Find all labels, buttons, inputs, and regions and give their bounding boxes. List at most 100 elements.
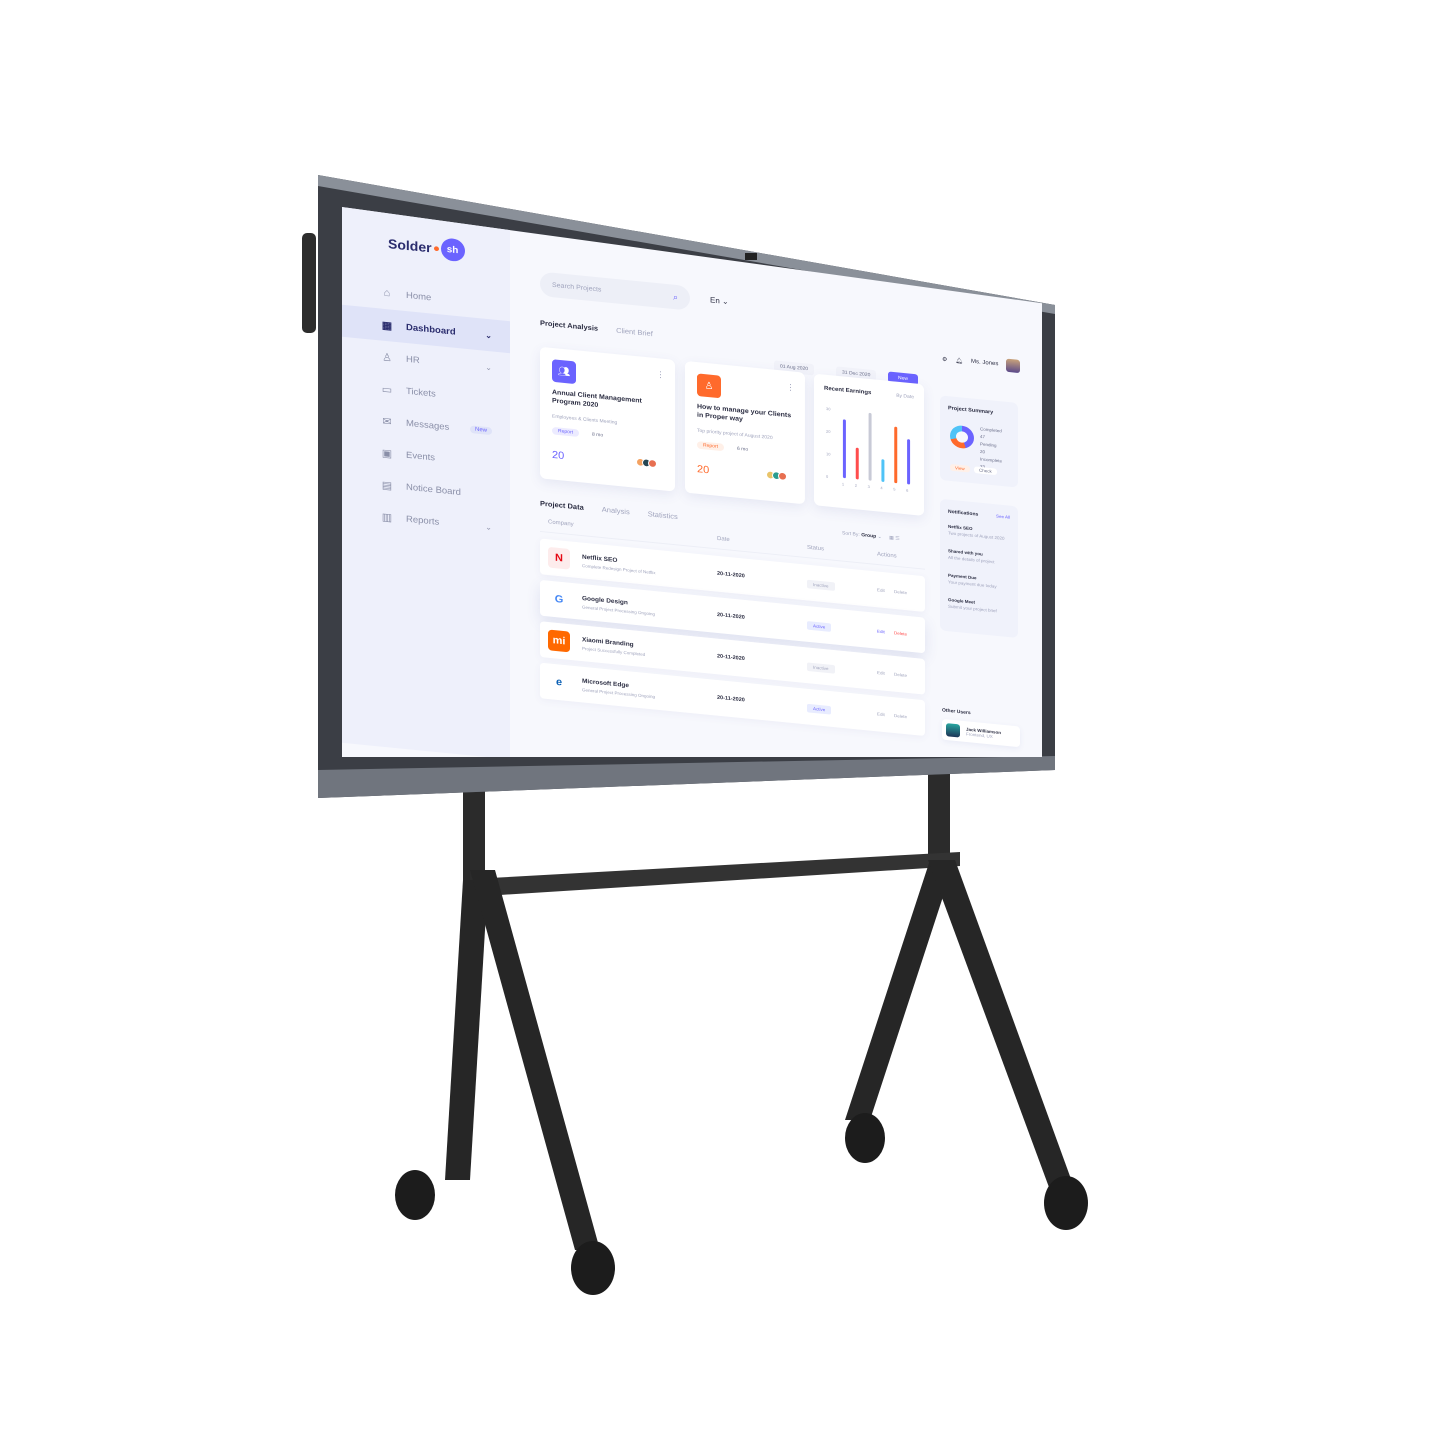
y-tick-label: 10 xyxy=(826,451,830,456)
notification-item[interactable]: Shared with you All the details of proje… xyxy=(948,548,995,564)
google-logo: G xyxy=(548,588,570,611)
delete-button[interactable]: Delete xyxy=(894,671,907,677)
y-tick-label: 30 xyxy=(826,406,830,411)
notification-item[interactable]: Netflix SEO Two projects of August 2020 xyxy=(948,524,1005,541)
bar xyxy=(855,447,859,480)
search-input[interactable]: Search Projects ⌕ xyxy=(540,271,690,311)
project-card[interactable]: 👥︎ ⋮ Annual Client Management Program 20… xyxy=(540,346,675,492)
sort-control[interactable]: Sort By: Group ⌄ ▦ ☰ xyxy=(842,531,900,542)
sort-label: Sort By: xyxy=(842,530,860,538)
y-tick-label: 20 xyxy=(826,429,830,434)
delete-button[interactable]: Delete xyxy=(894,589,907,595)
project-card[interactable]: ♙ ⋮ How to manage your Clients in Proper… xyxy=(685,360,805,505)
stand-leg-left-2 xyxy=(470,870,600,1250)
users-icon: 👥︎ xyxy=(552,359,576,385)
edit-button[interactable]: Edit xyxy=(877,587,885,592)
status-badge: Active xyxy=(807,621,832,632)
tab-client-brief[interactable]: Client Brief xyxy=(616,326,653,338)
status-cell: Active xyxy=(807,619,877,635)
status-cell: Active xyxy=(807,702,877,718)
notification-item[interactable]: Google Meet Submit your project brief xyxy=(948,597,997,613)
search-icon: ⌕ xyxy=(672,291,678,302)
avatar[interactable] xyxy=(1006,358,1021,374)
avatar xyxy=(778,471,787,481)
sidebar-item-label: Messages xyxy=(406,417,450,433)
sidebar-item-label: Tickets xyxy=(406,385,436,400)
delete-button[interactable]: Delete xyxy=(894,713,907,719)
edit-button[interactable]: Edit xyxy=(877,670,885,675)
company-cell: Xiaomi Branding Project Successfully Com… xyxy=(582,636,717,663)
edit-button[interactable]: Edit xyxy=(877,628,885,633)
tab-project-analysis[interactable]: Project Analysis xyxy=(540,319,598,333)
x-tick-label: 4 xyxy=(880,485,883,490)
stand-leg-right-1 xyxy=(845,860,955,1120)
card-meta: 6 mo xyxy=(737,445,749,453)
board-icon: ▤ xyxy=(381,479,393,492)
ticket-icon: ▭ xyxy=(381,383,393,396)
sidebar: Solder sh ⌂ Home ▦ Dashboard ⌄ ♙ HR ⌄ ▭ … xyxy=(342,207,510,757)
x-tick-label: 6 xyxy=(906,488,908,493)
sidebar-item-label: Home xyxy=(406,289,432,303)
tab-statistics[interactable]: Statistics xyxy=(648,510,678,521)
edit-button[interactable]: Edit xyxy=(877,711,885,716)
card-title: How to manage your Clients in Proper way xyxy=(697,403,792,423)
status-badge: Active xyxy=(807,703,832,715)
bar xyxy=(842,419,846,479)
side-handle xyxy=(302,233,316,333)
bar xyxy=(868,412,872,481)
summary-card: Project Summary Completed47 Pending20 In… xyxy=(940,395,1018,488)
brand-logo: Solder sh xyxy=(388,232,465,263)
sidebar-item-label: Reports xyxy=(406,513,440,528)
tab-analysis[interactable]: Analysis xyxy=(602,505,630,516)
language-select[interactable]: En ⌄ xyxy=(710,296,729,306)
project-tabs: Project Analysis Client Brief xyxy=(540,319,653,339)
bar xyxy=(881,459,885,482)
check-button[interactable]: Check xyxy=(974,466,997,476)
card-tag: Report xyxy=(697,441,725,452)
column-header: Status xyxy=(807,544,825,552)
sort-value: Group xyxy=(861,532,877,540)
delete-button[interactable]: Delete xyxy=(894,630,907,636)
user-info: Jack Williamson Frontend, UX xyxy=(966,727,1001,740)
sidebar-nav: ⌂ Home ▦ Dashboard ⌄ ♙ HR ⌄ ▭ Tickets ✉ … xyxy=(342,273,510,545)
more-icon[interactable]: ⋮ xyxy=(786,382,795,393)
row-date: 20-11-2020 xyxy=(717,612,745,621)
tab-project-data[interactable]: Project Data xyxy=(540,499,584,512)
card-meta: 8 mo xyxy=(592,431,604,439)
user-icon: ♙ xyxy=(697,373,721,399)
user-chip[interactable]: Jack Williamson Frontend, UX xyxy=(942,718,1020,748)
xiaomi-logo: mi xyxy=(548,629,570,653)
status-cell: Inactive xyxy=(807,578,877,594)
notification-item[interactable]: Payment Due Your payment due today xyxy=(948,573,997,589)
avatar-group xyxy=(636,457,657,469)
home-icon: ⌂ xyxy=(383,287,391,300)
edge-logo: e xyxy=(548,670,570,694)
card-count: 20 xyxy=(552,449,565,462)
brand-dot xyxy=(433,245,439,251)
bell-icon[interactable]: 🔔︎ xyxy=(955,357,963,364)
view-button[interactable]: View xyxy=(950,464,970,473)
earnings-selector[interactable]: By Date xyxy=(896,393,914,400)
see-all-link[interactable]: See All xyxy=(996,514,1010,520)
user-area: ⚙ 🔔︎ Ms. Jones xyxy=(942,352,1021,374)
grid-view-icon[interactable]: ▦ xyxy=(889,535,894,541)
earnings-title: Recent Earnings xyxy=(824,385,872,397)
chevron-down-icon: ⌄ xyxy=(877,533,882,541)
actions-cell: Edit Delete xyxy=(877,670,907,678)
more-icon[interactable]: ⋮ xyxy=(656,369,665,380)
avatar-group xyxy=(766,470,787,481)
sidebar-item-label: Notice Board xyxy=(406,481,461,498)
caster-4 xyxy=(1044,1176,1088,1230)
actions-cell: Edit Delete xyxy=(877,587,907,595)
row-date: 20-11-2020 xyxy=(717,694,745,704)
list-view-icon[interactable]: ☰ xyxy=(895,536,899,542)
avatar xyxy=(648,458,657,469)
bar xyxy=(907,439,911,485)
avatar xyxy=(946,723,960,738)
card-count: 20 xyxy=(697,463,710,477)
sidebar-item-label: HR xyxy=(406,353,420,366)
caster-1 xyxy=(395,1170,435,1220)
settings-icon[interactable]: ⚙ xyxy=(942,356,947,363)
earnings-card: Recent Earnings By Date 0 10 20 30 1 2 3 4 5 6 xyxy=(814,373,924,516)
message-icon: ✉ xyxy=(382,415,392,428)
